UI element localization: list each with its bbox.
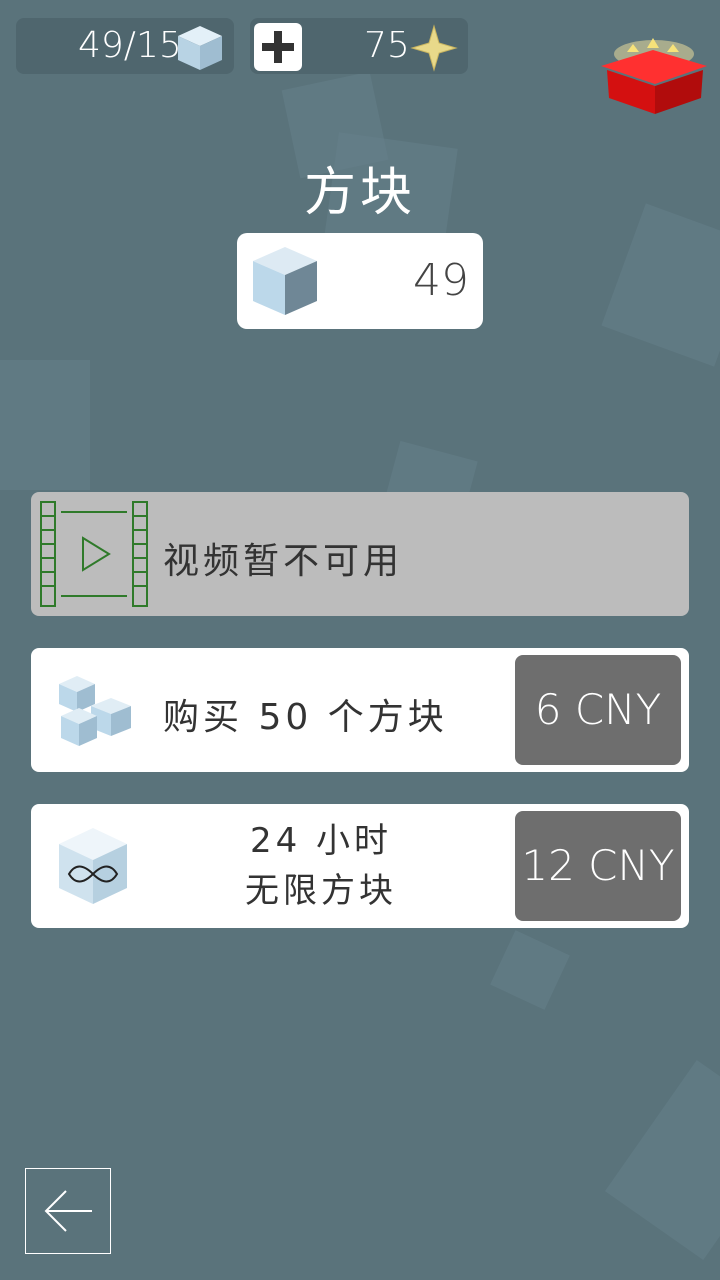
background-cube [604,1060,720,1260]
video-unavailable-label: 视频暂不可用 [163,541,404,582]
page-title: 方块 [303,163,416,223]
cubes-stack-icon [59,676,131,746]
infinity-cube-icon [59,828,127,904]
cube-icon [178,26,222,70]
unlimited-cubes-row[interactable]: 24 小时 无限方块 12 CNY [31,804,689,928]
background-cube [0,360,90,490]
film-play-icon [40,501,148,607]
cube-icon [253,247,317,315]
cube-counter-text: 49/15 [78,25,182,66]
unlimited-price-button[interactable]: 12 CNY [515,811,681,921]
back-button[interactable] [25,1168,111,1254]
background-cube [601,203,720,367]
unlimited-title: 无限方块 [245,871,397,911]
background-cube [490,930,570,1010]
buy-cubes-price-button[interactable]: 6 CNY [515,655,681,765]
buy-cubes-label: 购买 50 个方块 [163,697,448,738]
unlimited-label: 24 小时 无限方块 [151,816,491,916]
buy-cubes-row[interactable]: 购买 50 个方块 6 CNY [31,648,689,772]
back-arrow-icon [44,1190,92,1232]
gift-box-icon[interactable] [597,36,712,116]
stars-count: 75 [364,25,410,66]
cube-count-value: 49 [413,255,469,306]
star-icon [410,24,458,72]
cube-count-card: 49 [237,233,483,329]
watch-video-button[interactable]: 视频暂不可用 [31,492,689,616]
unlimited-duration: 24 小时 [249,821,393,861]
add-stars-button[interactable] [254,23,302,71]
